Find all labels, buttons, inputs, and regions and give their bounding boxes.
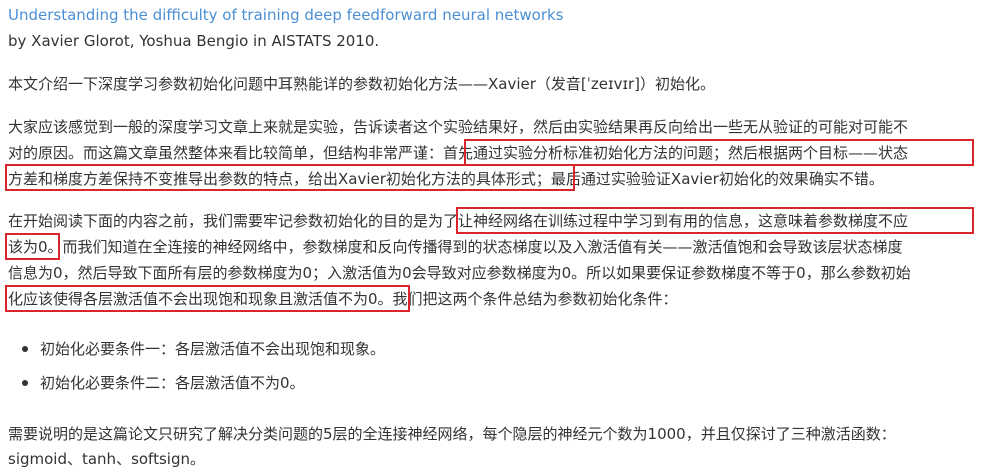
closing-line1: 需要说明的是这篇论文只研究了解决分类问题的5层的全连接神经网络，每个隐层的神经元…	[8, 425, 896, 443]
article: Understanding the difficulty of training…	[0, 0, 981, 470]
paper-byline: by Xavier Glorot, Yoshua Bengio in AISTA…	[8, 32, 380, 50]
condition-item-1: 初始化必要条件一：各层激活值不会出现饱和现象。	[40, 340, 386, 358]
para2-line4: 化应该使得各层激活值不会出现饱和现象且激活值不为0。我们把这两个条件总结为参数初…	[8, 288, 678, 310]
bullet-icon	[22, 346, 28, 352]
para2-line2-text: 而我们知道在全连接的神经网络中，参数梯度和反向传播得到的状态梯度以及入激活值有关…	[62, 238, 903, 256]
bullet-icon	[22, 380, 28, 386]
para2-line4-text: 我们把这两个条件总结为参数初始化条件：	[392, 290, 678, 308]
para1-line2: 对的原因。而这篇文章虽然整体来看比较简单，但结构非常严谨：首先通过实验分析标准初…	[8, 142, 908, 164]
para1-highlight-2: 方差和梯度方差保持不变推导出参数的特点，给出Xavier初始化方法的具体形式；	[8, 170, 551, 188]
condition-item-2: 初始化必要条件二：各层激活值不为0。	[40, 374, 305, 392]
para2-highlight-3: 化应该使得各层激活值不会出现饱和现象且激活值不为0。	[8, 290, 393, 308]
para1-highlight-1: 首先通过实验分析标准初始化方法的问题；然后根据两个目标——状态	[443, 144, 909, 162]
closing-line2: sigmoid、tanh、softsign。	[8, 450, 205, 468]
para2-highlight-1: 为了让神经网络在训练过程中学习到有用的信息，这意味着参数梯度不应	[428, 212, 909, 230]
para1-line3-text: 最后通过实验验证Xavier初始化的效果确实不错。	[550, 170, 884, 188]
intro-paragraph: 本文介绍一下深度学习参数初始化问题中耳熟能详的参数初始化方法——Xavier（发…	[8, 75, 716, 93]
para2-line2: 该为0。而我们知道在全连接的神经网络中，参数梯度和反向传播得到的状态梯度以及入激…	[8, 236, 903, 258]
para2-line3: 信息为0，然后导致下面所有层的参数梯度为0；入激活值为0会导致对应参数梯度为0。…	[8, 264, 911, 282]
paper-title-text[interactable]: Understanding the difficulty of training…	[8, 6, 563, 24]
para2-line1: 在开始阅读下面的内容之前，我们需要牢记参数初始化的目的是为了让神经网络在训练过程…	[8, 210, 908, 232]
paper-title-link[interactable]: Understanding the difficulty of training…	[8, 4, 563, 26]
para1-line1: 大家应该感觉到一般的深度学习文章上来就是实验，告诉读者这个实验结果好，然后由实验…	[8, 118, 909, 136]
para1-line2-text: 对的原因。而这篇文章虽然整体来看比较简单，但结构非常严谨：	[8, 144, 444, 162]
para2-highlight-2: 该为0。	[8, 238, 63, 256]
para2-line1-text: 在开始阅读下面的内容之前，我们需要牢记参数初始化的目的是	[8, 212, 429, 230]
para1-line3: 方差和梯度方差保持不变推导出参数的特点，给出Xavier初始化方法的具体形式；最…	[8, 168, 884, 190]
